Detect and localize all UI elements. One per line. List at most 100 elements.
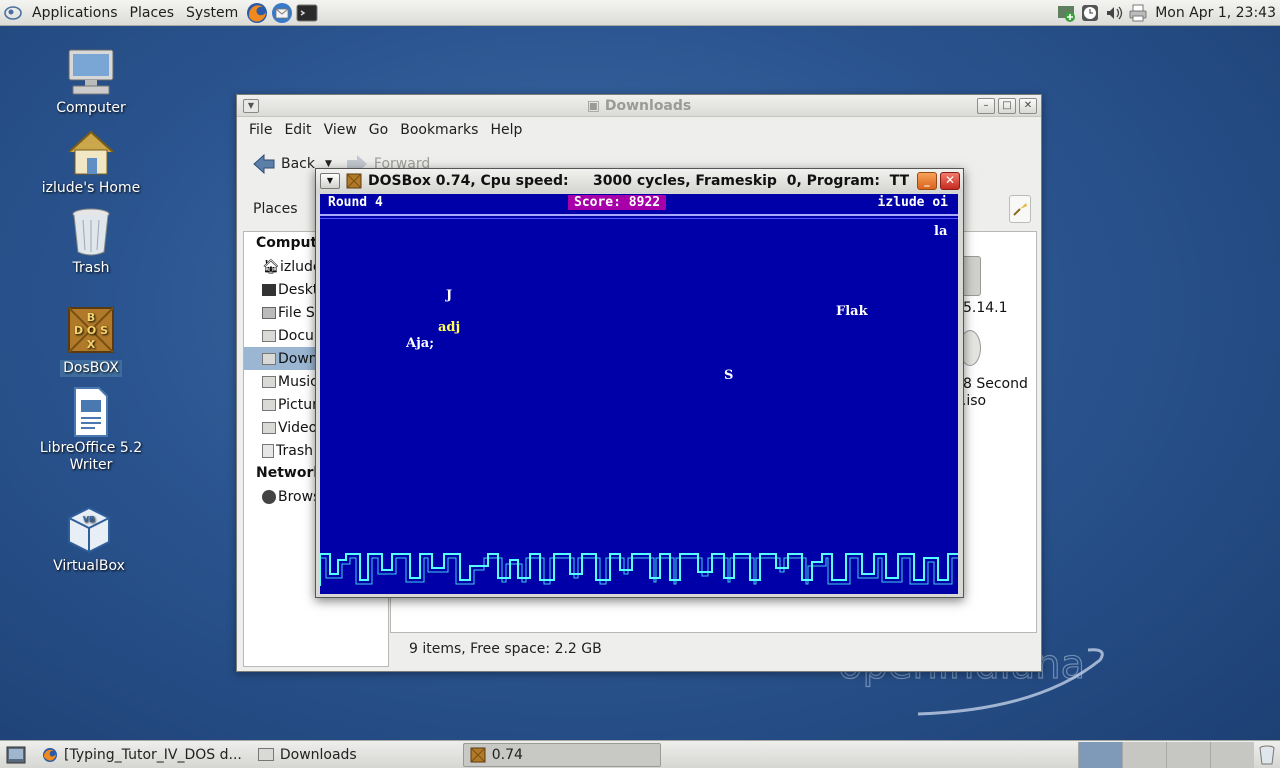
- workspace-2[interactable]: [1122, 742, 1166, 768]
- close-button[interactable]: ✕: [940, 172, 960, 190]
- desktop-icon-dosbox[interactable]: BD O SX DosBOX: [36, 306, 146, 377]
- writer-document-icon: [65, 386, 117, 438]
- city-skyline: [320, 553, 958, 586]
- desktop-icon-label: Trash: [72, 260, 110, 276]
- computer-icon: [65, 46, 117, 98]
- home-icon: 🏠︎: [262, 258, 280, 275]
- svg-text:B: B: [87, 311, 95, 324]
- header-divider: [320, 214, 958, 216]
- file-manager-titlebar[interactable]: ▼ ▣ Downloads – □ ✕: [237, 95, 1041, 117]
- trash-applet[interactable]: [1254, 742, 1280, 768]
- trash-icon: [1259, 745, 1275, 764]
- dosbox-titlebar[interactable]: ▼ DOSBox 0.74, Cpu speed: 3000 cycles, F…: [316, 169, 963, 193]
- player-name: izlude oi: [877, 195, 948, 210]
- desktop-icon-computer[interactable]: Computer: [36, 46, 146, 117]
- system-menu[interactable]: System: [180, 5, 244, 21]
- window-menu-button[interactable]: ▼: [320, 173, 340, 189]
- terminal-launcher-icon[interactable]: [295, 1, 319, 25]
- folder-icon: [262, 398, 276, 411]
- svg-text:D O S: D O S: [74, 324, 108, 337]
- desktop-icon-home[interactable]: izlude's Home: [36, 126, 146, 197]
- desktop-icon-label: LibreOffice 5.2 Writer: [39, 440, 143, 473]
- places-label[interactable]: Places: [253, 201, 298, 217]
- trash-icon: [65, 206, 117, 258]
- dosbox-window: ▼ DOSBox 0.74, Cpu speed: 3000 cycles, F…: [315, 168, 964, 598]
- menu-edit[interactable]: Edit: [278, 122, 317, 138]
- taskbar-item-downloads[interactable]: Downloads: [252, 743, 363, 767]
- drive-icon: [262, 306, 276, 319]
- desktop-icon-label: DosBOX: [60, 360, 122, 377]
- desktop-icon-trash[interactable]: Trash: [36, 206, 146, 277]
- desktop-icon-label: Computer: [56, 100, 126, 116]
- bottom-panel: [Typing_Tutor_IV_DOS d... Downloads 0.74: [0, 740, 1280, 768]
- window-title: ▣ Downloads: [586, 97, 692, 114]
- dosbox-title-program: TT: [889, 173, 909, 189]
- status-bar: 9 items, Free space: 2.2 GB: [409, 641, 602, 657]
- menu-view[interactable]: View: [318, 122, 363, 138]
- svg-text:X: X: [87, 338, 96, 351]
- svg-text:VB: VB: [83, 515, 95, 524]
- dosbox-screen[interactable]: Round 4 Score: 8922 izlude oi la J Flak …: [320, 194, 958, 594]
- back-arrow-icon: [253, 153, 275, 175]
- folder-icon: [262, 329, 276, 342]
- dosbox-title: DOSBox 0.74, Cpu speed: 3000 cycles, Fra…: [368, 173, 880, 189]
- maximize-button[interactable]: □: [998, 97, 1016, 114]
- workspace-1[interactable]: [1078, 742, 1122, 768]
- workspace-4[interactable]: [1210, 742, 1254, 768]
- clock[interactable]: Mon Apr 1, 23:43: [1149, 5, 1280, 21]
- places-menu[interactable]: Places: [124, 5, 181, 21]
- network-icon: [262, 489, 276, 504]
- show-desktop-icon: [6, 746, 26, 763]
- dosbox-icon: BD O SX: [65, 306, 117, 358]
- update-notifier-icon[interactable]: [1055, 2, 1077, 24]
- top-panel: Applications Places System Mon Apr 1, 23…: [0, 0, 1280, 26]
- applications-menu[interactable]: Applications: [26, 5, 124, 21]
- folder-icon: [262, 352, 276, 365]
- file-label: 5.14.1: [963, 300, 1008, 316]
- falling-word: S: [724, 368, 734, 383]
- dosbox-small-icon: [346, 173, 362, 189]
- desktop-icon-label: izlude's Home: [41, 180, 141, 196]
- desktop-icon-libreoffice-writer[interactable]: LibreOffice 5.2 Writer: [36, 386, 146, 474]
- taskbar-item-dosbox[interactable]: 0.74: [462, 742, 661, 767]
- workspace-3[interactable]: [1166, 742, 1210, 768]
- folder-icon: [257, 748, 274, 761]
- firefox-launcher-icon[interactable]: [245, 1, 269, 25]
- menu-bookmarks[interactable]: Bookmarks: [394, 122, 484, 138]
- main-menu: Applications Places System: [26, 0, 244, 25]
- openindiana-logo-icon[interactable]: [0, 0, 26, 26]
- falling-word: Aja;: [406, 336, 435, 351]
- firefox-icon: [43, 747, 57, 762]
- folder-icon: ▣: [586, 97, 600, 114]
- virtualbox-icon: VB: [63, 504, 115, 556]
- broom-icon: [1013, 203, 1027, 216]
- menu-go[interactable]: Go: [363, 122, 394, 138]
- home-folder-icon: [65, 126, 117, 178]
- desktop-icon-virtualbox[interactable]: VB VirtualBox: [34, 504, 144, 575]
- game-header: Round 4 Score: 8922 izlude oi: [320, 194, 958, 212]
- thunderbird-launcher-icon[interactable]: [270, 1, 294, 25]
- workspace-switcher: [1078, 741, 1254, 768]
- falling-word: la: [934, 224, 948, 239]
- minimize-button[interactable]: –: [977, 97, 995, 114]
- clock-app-icon[interactable]: [1079, 2, 1101, 24]
- minimize-button[interactable]: _: [917, 172, 937, 190]
- printer-icon[interactable]: [1127, 2, 1149, 24]
- menu-help[interactable]: Help: [484, 122, 528, 138]
- file-manager-menubar: File Edit View Go Bookmarks Help: [237, 117, 1041, 143]
- clear-path-button[interactable]: [1009, 195, 1031, 223]
- desktop-icon: [262, 283, 276, 296]
- close-button[interactable]: ✕: [1019, 97, 1037, 114]
- menu-file[interactable]: File: [243, 122, 278, 138]
- falling-word: Flak: [836, 304, 868, 319]
- system-tray: Mon Apr 1, 23:43: [1053, 0, 1280, 25]
- falling-word: J: [446, 288, 453, 303]
- show-desktop-button[interactable]: [0, 743, 32, 767]
- taskbar-item-firefox[interactable]: [Typing_Tutor_IV_DOS d...: [36, 743, 248, 767]
- desktop-icon-label: VirtualBox: [53, 558, 125, 574]
- folder-icon: [262, 421, 276, 434]
- header-divider: [320, 218, 958, 219]
- window-menu-button[interactable]: ▼: [243, 98, 259, 113]
- file-icon[interactable]: [961, 256, 981, 296]
- volume-icon[interactable]: [1103, 2, 1125, 24]
